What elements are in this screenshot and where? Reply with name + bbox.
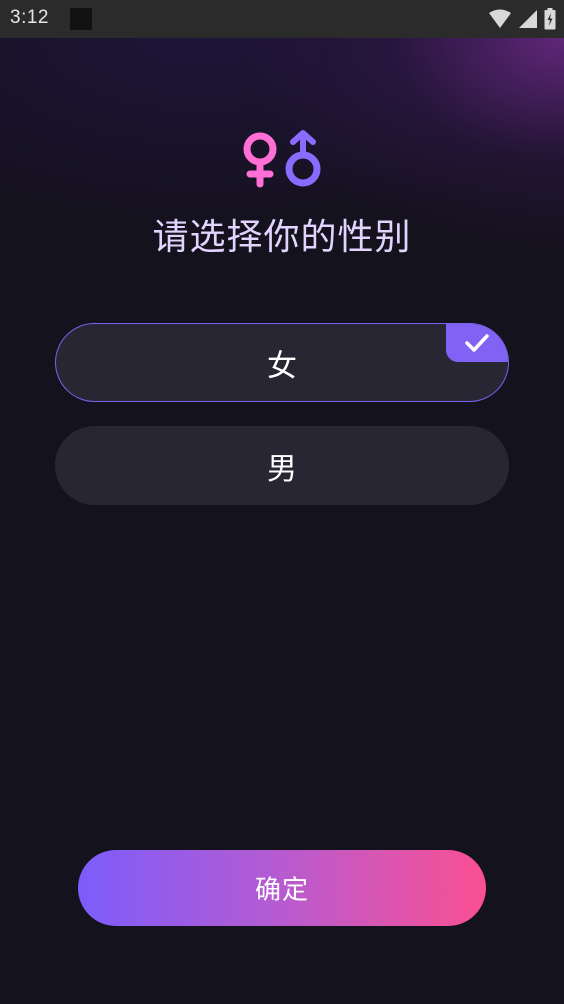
wifi-icon	[489, 9, 511, 28]
battery-icon	[544, 8, 556, 30]
check-icon	[465, 334, 489, 352]
option-label: 女	[267, 348, 297, 384]
page-title: 请选择你的性别	[152, 217, 412, 258]
selected-badge	[446, 324, 508, 362]
option-female[interactable]: 女	[55, 323, 509, 402]
status-bar: 3:12	[0, 0, 564, 38]
notification-icon	[70, 8, 92, 30]
signal-icon	[519, 10, 537, 28]
confirm-label: 确定	[254, 874, 309, 905]
status-icons	[488, 7, 556, 31]
confirm-button[interactable]: 确定	[78, 850, 486, 926]
gender-select-screen: 请选择你的性别 女 男 确定	[0, 38, 564, 1004]
option-label: 男	[267, 451, 297, 487]
gender-symbols-icon	[243, 130, 321, 188]
option-male[interactable]: 男	[55, 426, 509, 505]
status-time: 3:12	[10, 7, 49, 28]
